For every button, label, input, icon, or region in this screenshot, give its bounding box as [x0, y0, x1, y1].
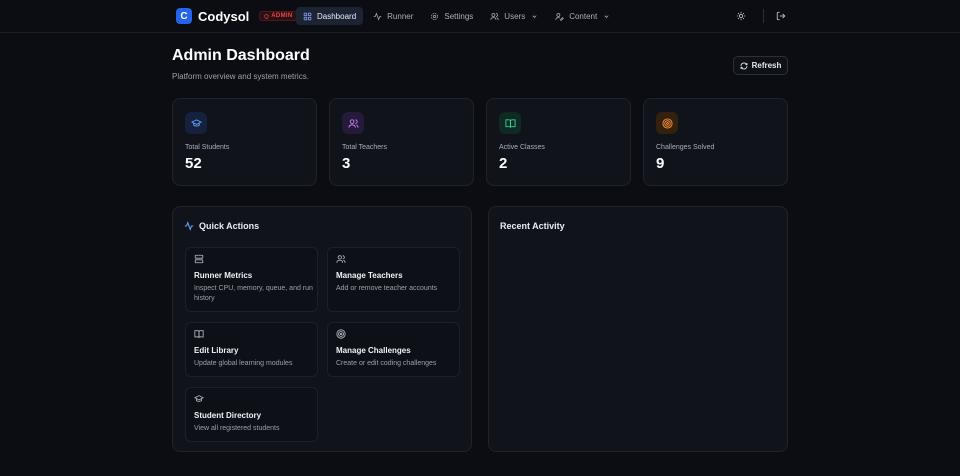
stat-icon-box [656, 112, 678, 134]
brand[interactable]: C Codysol ADMIN [176, 8, 298, 24]
user-edit-icon [555, 12, 564, 21]
target-icon [336, 329, 346, 339]
recent-activity-title: Recent Activity [500, 221, 565, 231]
theme-toggle-button[interactable] [734, 9, 748, 23]
stat-label: Challenges Solved [656, 144, 715, 151]
action-desc: Inspect CPU, memory, queue, and run hist… [194, 285, 313, 302]
stat-label: Total Teachers [342, 144, 388, 151]
nav-item-label: Content [569, 11, 598, 21]
action-title: Manage Teachers [336, 271, 403, 280]
stat-icon-box [499, 112, 521, 134]
action-manage-teachers[interactable]: Manage Teachers Add or remove teacher ac… [327, 247, 460, 312]
top-actions [734, 9, 788, 23]
refresh-label: Refresh [751, 61, 782, 70]
action-student-directory[interactable]: Student Directory View all registered st… [185, 387, 318, 442]
brand-name: Codysol [198, 8, 250, 24]
nav-item-settings[interactable]: Settings [423, 7, 480, 25]
quick-actions-title: Quick Actions [199, 221, 260, 231]
server-icon [194, 254, 204, 264]
activity-icon [373, 11, 382, 21]
nav-item-label: Users [504, 11, 526, 21]
logout-icon [776, 11, 786, 21]
book-icon [504, 118, 516, 128]
book-icon [194, 330, 204, 338]
action-desc: Create or edit coding challenges [336, 360, 437, 367]
chevron-down-icon [532, 14, 537, 18]
stat-value: 2 [499, 155, 508, 172]
stat-card-total-teachers: Total Teachers 3 [329, 98, 474, 186]
quick-actions-panel: Quick Actions Runner Metrics Inspect CPU… [172, 206, 472, 452]
nav-item-label: Runner [387, 11, 414, 21]
action-desc: Add or remove teacher accounts [336, 285, 438, 292]
nav-item-content[interactable]: Content [548, 7, 617, 25]
stat-label: Active Classes [499, 144, 545, 151]
action-title: Edit Library [194, 346, 239, 355]
page-title: Admin Dashboard [172, 47, 310, 64]
grid-icon [303, 12, 312, 20]
action-edit-library[interactable]: Edit Library Update global learning modu… [185, 322, 318, 377]
recent-activity-panel: Recent Activity [488, 206, 788, 452]
action-runner-metrics[interactable]: Runner Metrics Inspect CPU, memory, queu… [185, 247, 318, 312]
activity-icon [184, 221, 194, 231]
admin-badge: ADMIN [259, 11, 298, 21]
action-desc: View all registered students [194, 425, 280, 432]
stat-card-total-students: Total Students 52 [172, 98, 317, 186]
stat-label: Total Students [185, 144, 230, 151]
stat-value: 9 [656, 155, 665, 172]
panel-title: Recent Activity [500, 221, 565, 231]
action-title: Student Directory [194, 411, 262, 420]
top-navbar: C Codysol ADMIN Dashboard Runner Setting… [0, 0, 960, 33]
divider [763, 9, 764, 23]
stat-card-active-classes: Active Classes 2 [486, 98, 631, 186]
gear-icon [431, 12, 439, 20]
sun-icon [736, 11, 746, 21]
nav-item-dashboard[interactable]: Dashboard [296, 7, 364, 25]
chevron-down-icon [604, 14, 609, 18]
target-icon [661, 117, 673, 129]
action-desc: Update global learning modules [194, 360, 293, 367]
action-manage-challenges[interactable]: Manage Challenges Create or edit coding … [327, 322, 460, 377]
stat-card-challenges-solved: Challenges Solved 9 [643, 98, 788, 186]
nav-item-users[interactable]: Users [483, 7, 545, 25]
graduation-cap-icon [194, 395, 204, 402]
nav-item-runner[interactable]: Runner [366, 7, 420, 25]
nav-item-label: Dashboard [317, 11, 357, 21]
refresh-button[interactable]: Refresh [733, 56, 788, 75]
brand-logo: C [176, 8, 192, 24]
shield-icon [264, 13, 269, 19]
users-icon [490, 12, 499, 20]
stat-icon-box [185, 112, 207, 134]
page-subtitle: Platform overview and system metrics. [172, 72, 309, 81]
logout-button[interactable] [774, 9, 788, 23]
nav-item-label: Settings [444, 11, 474, 21]
main-nav: Dashboard Runner Settings Users Content [296, 7, 620, 25]
admin-badge-label: ADMIN [271, 13, 293, 19]
stat-icon-box [342, 112, 364, 134]
stat-value: 3 [342, 155, 351, 172]
action-title: Manage Challenges [336, 346, 411, 355]
users-icon [347, 118, 359, 128]
users-icon [336, 255, 346, 263]
graduation-cap-icon [190, 118, 202, 126]
panel-title: Quick Actions [184, 221, 259, 231]
refresh-icon [740, 62, 748, 69]
stat-value: 52 [185, 155, 202, 172]
action-title: Runner Metrics [194, 271, 253, 280]
